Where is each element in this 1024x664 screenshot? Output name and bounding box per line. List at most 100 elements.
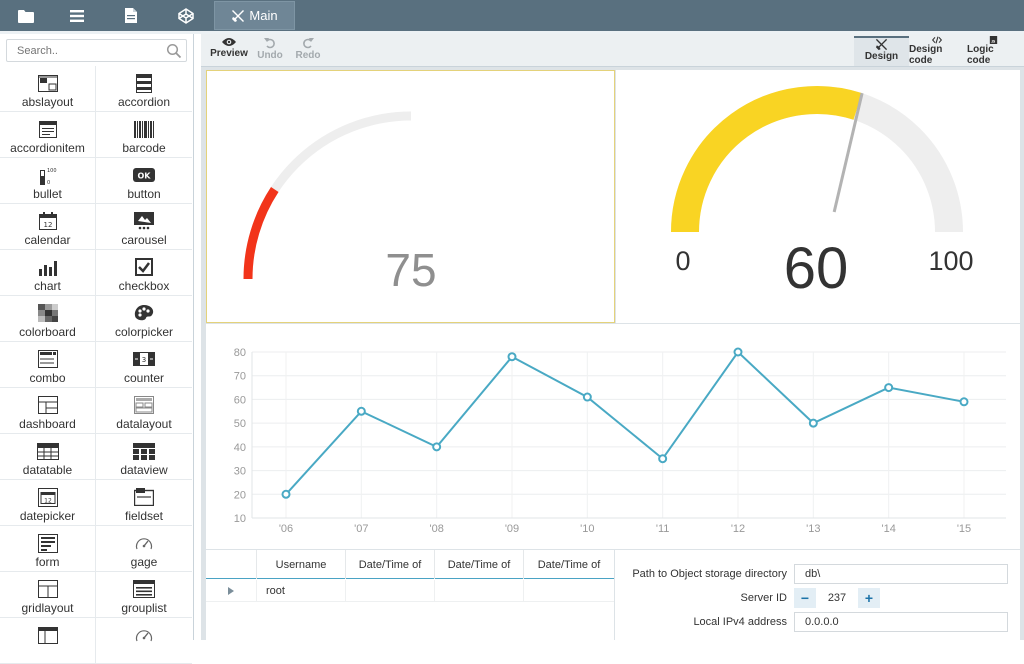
palette-item-fieldset[interactable]: fieldset: [96, 480, 192, 526]
form-widget[interactable]: Path to Object storage directory db\ Ser…: [615, 550, 1020, 640]
palette-item-carousel[interactable]: carousel: [96, 204, 192, 250]
gauge-two-fill: [671, 86, 863, 233]
palette-item-button[interactable]: OK button: [96, 158, 192, 204]
logic-code-label: Logic code: [967, 44, 994, 66]
undo-icon: [264, 38, 275, 49]
palette-item-chart[interactable]: chart: [0, 250, 96, 296]
palette-item-datepicker[interactable]: 12 datepicker: [0, 480, 96, 526]
data-point[interactable]: [808, 418, 818, 428]
form-row-path: Path to Object storage directory db\: [615, 564, 1020, 586]
design-label: Design: [864, 51, 899, 62]
palette-item-calendar[interactable]: 12 calendar: [0, 204, 96, 250]
data-point[interactable]: [356, 406, 366, 416]
palette-item-combo[interactable]: combo: [0, 342, 96, 388]
column-header[interactable]: Date/Time of: [524, 550, 614, 579]
palette-item-dataview[interactable]: dataview: [96, 434, 192, 480]
column-header[interactable]: Username: [257, 550, 346, 579]
palette-item-label: button: [127, 187, 161, 201]
svg-text:12: 12: [43, 221, 52, 229]
data-point[interactable]: [432, 442, 442, 452]
data-point[interactable]: [658, 454, 668, 464]
tab-main[interactable]: Main: [214, 1, 295, 30]
checkbox-icon: [133, 257, 155, 277]
decrement-button[interactable]: −: [794, 588, 816, 608]
palette-item-gridlayout[interactable]: gridlayout: [0, 572, 96, 618]
design-view-button[interactable]: Design: [854, 36, 909, 66]
search-input[interactable]: [7, 40, 162, 61]
datetime-cell: [524, 580, 614, 602]
counter-icon: 3: [133, 349, 155, 369]
ipv4-input[interactable]: 0.0.0.0: [794, 612, 1008, 632]
palette-item-colorboard[interactable]: colorboard: [0, 296, 96, 342]
eye-icon: [222, 38, 236, 46]
form-icon: [37, 533, 59, 553]
row-expand-cell[interactable]: [206, 580, 257, 602]
table-icon: [37, 625, 59, 645]
data-point[interactable]: [507, 352, 517, 362]
palette-item-accordion[interactable]: accordion: [96, 66, 192, 112]
fieldset-icon: [133, 487, 155, 507]
data-point[interactable]: [884, 383, 894, 393]
palette-item-bullet[interactable]: 100 0 bullet: [0, 158, 96, 204]
file-icon: [125, 8, 137, 23]
datatable-widget[interactable]: Username Date/Time of Date/Time of Date/Tim…: [206, 550, 614, 640]
x-tick-label: '08: [429, 523, 443, 535]
palette-item-gage[interactable]: [96, 618, 192, 664]
search-icon[interactable]: [166, 43, 182, 59]
js-file-icon: JS: [989, 36, 997, 44]
palette-item-grouplist[interactable]: grouplist: [96, 572, 192, 618]
data-point[interactable]: [281, 489, 291, 499]
designer-toolbar: Preview Undo Redo Design Design code JS …: [201, 34, 1024, 67]
palette-item-label: accordionitem: [10, 141, 85, 155]
dataview-icon: [133, 441, 155, 461]
preview-button[interactable]: Preview: [209, 37, 249, 65]
table-row[interactable]: root: [206, 580, 614, 602]
column-header[interactable]: Date/Time of: [435, 550, 524, 579]
palette-item-dashboard[interactable]: dashboard: [0, 388, 96, 434]
y-tick-label: 20: [234, 489, 246, 501]
new-file-button[interactable]: [107, 0, 155, 31]
palette-item-table[interactable]: [0, 618, 96, 664]
gauge-two-min: 0: [675, 246, 690, 276]
palette-item-accordionitem[interactable]: accordionitem: [0, 112, 96, 158]
gauge-widget-selected[interactable]: 75: [206, 70, 615, 323]
x-tick-label: '13: [806, 523, 820, 535]
data-point[interactable]: [733, 347, 743, 357]
increment-button[interactable]: +: [858, 588, 880, 608]
palette-item-datalayout[interactable]: datalayout: [96, 388, 192, 434]
svg-text:0: 0: [47, 180, 50, 185]
gauge-one-value: 75: [385, 244, 436, 296]
palette-item-label: barcode: [122, 141, 166, 155]
design-code-button[interactable]: Design code: [909, 36, 965, 66]
server-id-label: Server ID: [740, 592, 787, 604]
menu-button[interactable]: [53, 0, 101, 31]
palette-item-label: bullet: [33, 187, 62, 201]
y-tick-label: 40: [234, 442, 246, 454]
palette-item-gage[interactable]: gage: [96, 526, 192, 572]
logic-code-button[interactable]: JS Logic code: [967, 36, 1019, 66]
undo-button[interactable]: Undo: [254, 37, 286, 65]
column-header-expand[interactable]: [206, 550, 257, 579]
codepen-button[interactable]: [162, 0, 210, 31]
palette-item-form[interactable]: form: [0, 526, 96, 572]
palette-item-datatable[interactable]: datatable: [0, 434, 96, 480]
abslayout-icon: [37, 73, 59, 93]
colorpicker-icon: [133, 303, 155, 323]
combo-icon: [37, 349, 59, 369]
column-header[interactable]: Date/Time of: [346, 550, 435, 579]
palette-item-colorpicker[interactable]: colorpicker: [96, 296, 192, 342]
gauge-widget[interactable]: 0 60 100: [616, 70, 1020, 323]
path-input[interactable]: db\: [794, 564, 1008, 584]
palette-item-counter[interactable]: 3 counter: [96, 342, 192, 388]
redo-button[interactable]: Redo: [292, 37, 324, 65]
palette-item-abslayout[interactable]: abslayout: [0, 66, 96, 112]
palette-item-checkbox[interactable]: checkbox: [96, 250, 192, 296]
data-point[interactable]: [959, 397, 969, 407]
server-id-value[interactable]: 237: [816, 592, 858, 604]
data-point[interactable]: [582, 392, 592, 402]
search-box: [6, 39, 187, 62]
line-chart-widget[interactable]: 10 20 30 40 50 60 70 80 '06 '07 '08 '09 '10 '11 '12 '13…: [206, 324, 1020, 549]
open-folder-button[interactable]: [2, 0, 50, 31]
x-tick-label: '12: [731, 523, 745, 535]
palette-item-barcode[interactable]: barcode: [96, 112, 192, 158]
